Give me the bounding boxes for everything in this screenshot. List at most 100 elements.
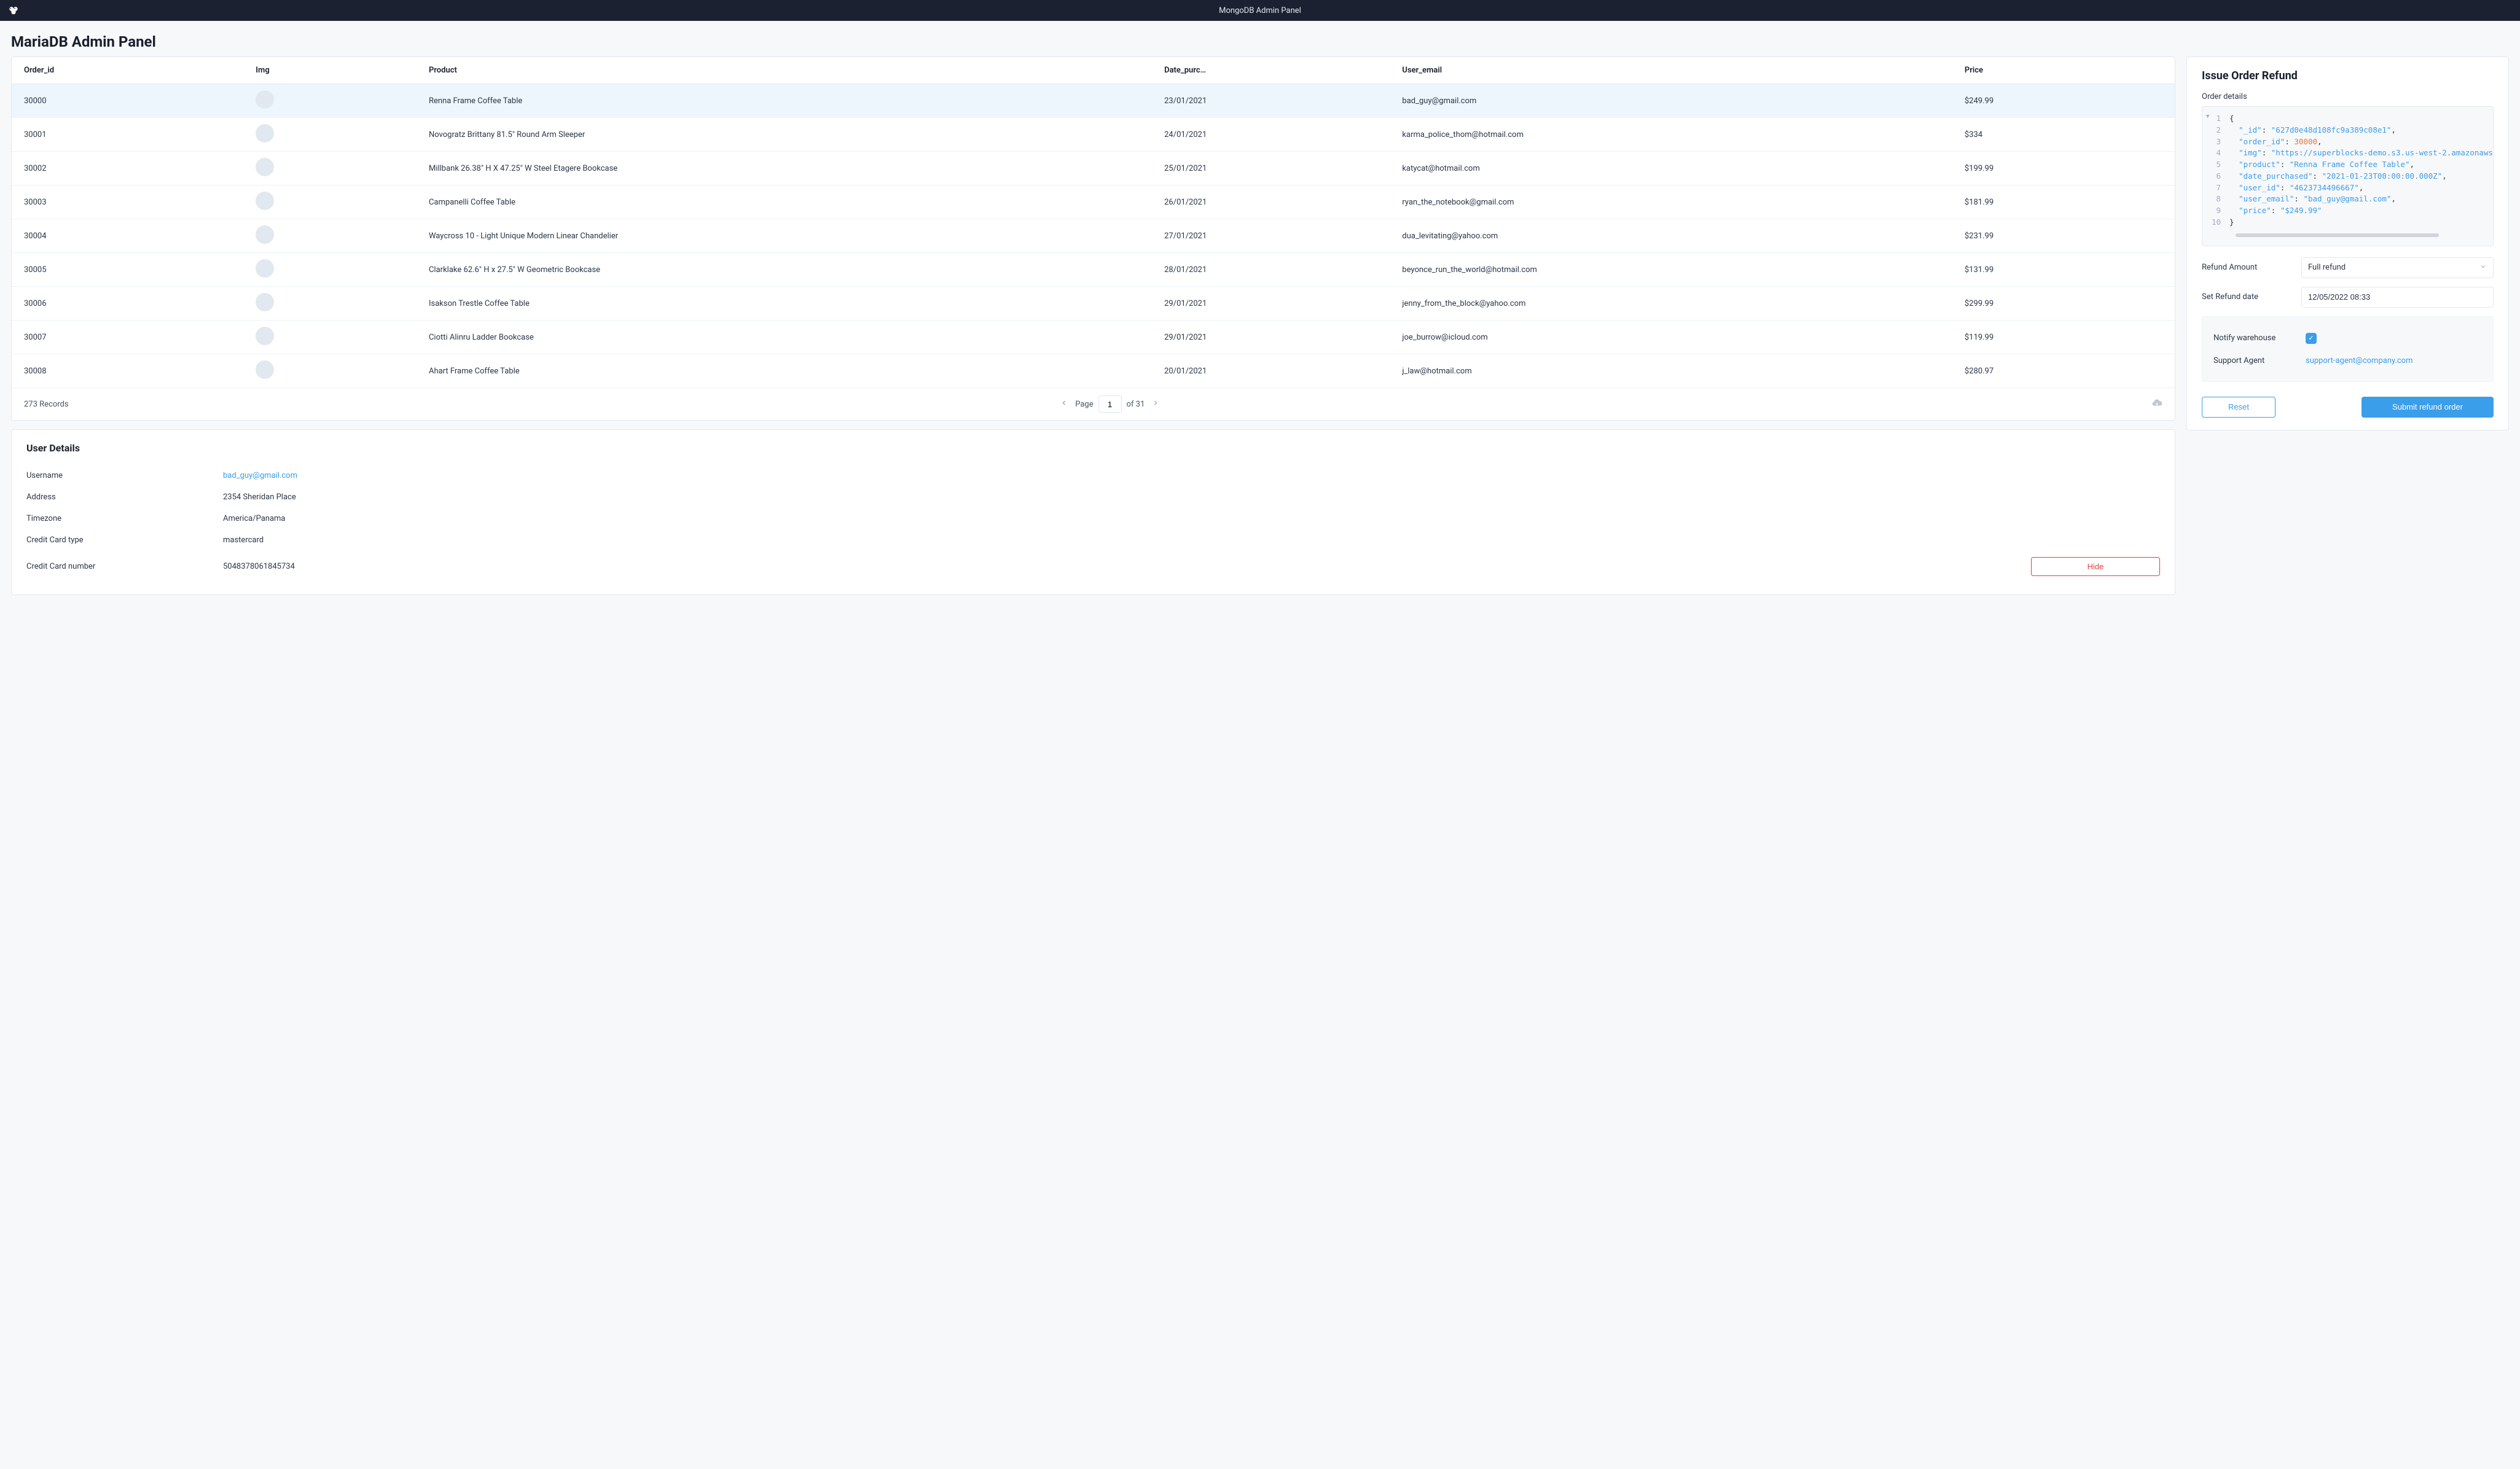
cell-price: $131.99 <box>1958 253 2175 287</box>
username-label: Username <box>26 471 223 480</box>
timezone-label: Timezone <box>26 514 223 523</box>
product-thumbnail-icon <box>256 158 274 176</box>
table-row[interactable]: 30008Ahart Frame Coffee Table20/01/2021j… <box>12 354 2175 388</box>
product-thumbnail-icon <box>256 293 274 311</box>
cell-img <box>249 185 423 219</box>
cloud-download-icon[interactable] <box>2151 402 2162 411</box>
timezone-value: America/Panama <box>223 514 286 523</box>
cell-date: 24/01/2021 <box>1158 118 1396 152</box>
cell-img <box>249 321 423 354</box>
order-details-label: Order details <box>2202 92 2494 101</box>
notify-warehouse-checkbox[interactable]: ✓ <box>2306 333 2317 344</box>
refund-amount-select[interactable]: Full refund <box>2301 257 2494 278</box>
code-line: 4 "img": "https://superblocks-demo.s3.us… <box>2202 147 2493 159</box>
cell-email: dua_levitating@yahoo.com <box>1396 219 1958 253</box>
cell-date: 23/01/2021 <box>1158 84 1396 118</box>
refund-card: Issue Order Refund Order details ▼ 1{2 "… <box>2186 56 2509 431</box>
cell-date: 28/01/2021 <box>1158 253 1396 287</box>
cell-product: Novogratz Brittany 81.5" Round Arm Sleep… <box>423 118 1158 152</box>
app-logo-icon[interactable] <box>5 2 22 19</box>
cell-price: $280.97 <box>1958 354 2175 388</box>
cc-num-label: Credit Card number <box>26 562 223 571</box>
cc-num-value: 5048378061845734 <box>223 562 295 571</box>
cell-email: katycat@hotmail.com <box>1396 152 1958 185</box>
cell-email: jenny_from_the_block@yahoo.com <box>1396 287 1958 321</box>
cell-img <box>249 354 423 388</box>
table-row[interactable]: 30000 Renna Frame Coffee Table23/01/2021b… <box>12 84 2175 118</box>
cell-date: 27/01/2021 <box>1158 219 1396 253</box>
refund-amount-value: Full refund <box>2308 263 2346 272</box>
cc-type-value: mastercard <box>223 536 264 545</box>
page-title: MariaDB Admin Panel <box>0 21 2520 56</box>
cc-type-label: Credit Card type <box>26 536 223 545</box>
code-line: 10} <box>2202 217 2493 228</box>
product-thumbnail-icon <box>256 259 274 278</box>
cell-price: $119.99 <box>1958 321 2175 354</box>
pager-page-label: Page <box>1075 400 1093 409</box>
table-row[interactable]: 30003Campanelli Coffee Table26/01/2021ry… <box>12 185 2175 219</box>
cell-email: bad_guy@gmail.com <box>1396 84 1958 118</box>
cell-price: $231.99 <box>1958 219 2175 253</box>
cell-product: Millbank 26.38" H X 47.25" W Steel Etage… <box>423 152 1158 185</box>
table-row[interactable]: 30006Isakson Trestle Coffee Table29/01/2… <box>12 287 2175 321</box>
column-header[interactable]: User_email <box>1396 57 1958 84</box>
address-label: Address <box>26 493 223 502</box>
product-thumbnail-icon <box>256 360 274 379</box>
topbar: MongoDB Admin Panel <box>0 0 2520 21</box>
cell-order-id: 30000 <box>12 84 249 118</box>
orders-table-card: Order_idImgProductDate_purc…User_emailPr… <box>11 56 2175 421</box>
cell-order-id: 30008 <box>12 354 249 388</box>
code-line: 6 "date_purchased": "2021-01-23T00:00:00… <box>2202 171 2493 182</box>
product-thumbnail-icon <box>256 225 274 244</box>
fold-toggle-icon[interactable]: ▼ <box>2206 113 2209 122</box>
cell-date: 26/01/2021 <box>1158 185 1396 219</box>
submit-refund-button[interactable]: Submit refund order <box>2362 397 2494 418</box>
cell-img <box>249 219 423 253</box>
horizontal-scrollbar[interactable] <box>2236 233 2439 237</box>
code-line: 3 "order_id": 30000, <box>2202 136 2493 148</box>
table-row[interactable]: 30002Millbank 26.38" H X 47.25" W Steel … <box>12 152 2175 185</box>
column-header[interactable]: Img <box>249 57 423 84</box>
table-row[interactable]: 30007 Ciotti Alinru Ladder Bookcase29/01/… <box>12 321 2175 354</box>
cell-date: 25/01/2021 <box>1158 152 1396 185</box>
support-agent-value[interactable]: support-agent@company.com <box>2306 356 2413 365</box>
refund-date-input[interactable] <box>2301 287 2494 308</box>
product-thumbnail-icon <box>256 327 274 345</box>
cell-price: $181.99 <box>1958 185 2175 219</box>
refund-sub-panel: Notify warehouse ✓ Support Agent support… <box>2202 316 2494 382</box>
cell-email: joe_burrow@icloud.com <box>1396 321 1958 354</box>
address-value: 2354 Sheridan Place <box>223 493 296 502</box>
pager-of-label: of 31 <box>1127 400 1145 409</box>
column-header[interactable]: Price <box>1958 57 2175 84</box>
pager-prev-icon[interactable] <box>1058 397 1070 411</box>
pager-next-icon[interactable] <box>1149 397 1162 411</box>
cell-order-id: 30003 <box>12 185 249 219</box>
username-value[interactable]: bad_guy@gmail.com <box>223 471 297 480</box>
cell-order-id: 30005 <box>12 253 249 287</box>
cell-product: Renna Frame Coffee Table <box>423 84 1158 118</box>
hide-button[interactable]: Hide <box>2031 557 2160 576</box>
column-header[interactable]: Date_purc… <box>1158 57 1396 84</box>
table-row[interactable]: 30001Novogratz Brittany 81.5" Round Arm … <box>12 118 2175 152</box>
chevron-down-icon <box>2479 263 2487 273</box>
cell-product: Ciotti Alinru Ladder Bookcase <box>423 321 1158 354</box>
table-row[interactable]: 30004Waycross 10 - Light Unique Modern L… <box>12 219 2175 253</box>
code-line: 9 "price": "$249.99" <box>2202 205 2493 217</box>
cell-date: 29/01/2021 <box>1158 321 1396 354</box>
cell-product: Isakson Trestle Coffee Table <box>423 287 1158 321</box>
user-details-title: User Details <box>26 442 2160 454</box>
cell-order-id: 30007 <box>12 321 249 354</box>
cell-email: beyonce_run_the_world@hotmail.com <box>1396 253 1958 287</box>
code-line: 5 "product": "Renna Frame Coffee Table", <box>2202 159 2493 171</box>
json-viewer[interactable]: ▼ 1{2 "_id": "627d0e48d108fc9a389c08e1",… <box>2202 106 2494 246</box>
column-header[interactable]: Product <box>423 57 1158 84</box>
support-agent-label: Support Agent <box>2213 356 2306 365</box>
reset-button[interactable]: Reset <box>2202 397 2275 418</box>
code-line: 1{ <box>2202 113 2493 125</box>
refund-date-label: Set Refund date <box>2202 292 2294 302</box>
table-row[interactable]: 30005Clarklake 62.6" H x 27.5" W Geometr… <box>12 253 2175 287</box>
pager-page-input[interactable] <box>1098 395 1122 413</box>
cell-img <box>249 152 423 185</box>
cell-product: Waycross 10 - Light Unique Modern Linear… <box>423 219 1158 253</box>
column-header[interactable]: Order_id <box>12 57 249 84</box>
